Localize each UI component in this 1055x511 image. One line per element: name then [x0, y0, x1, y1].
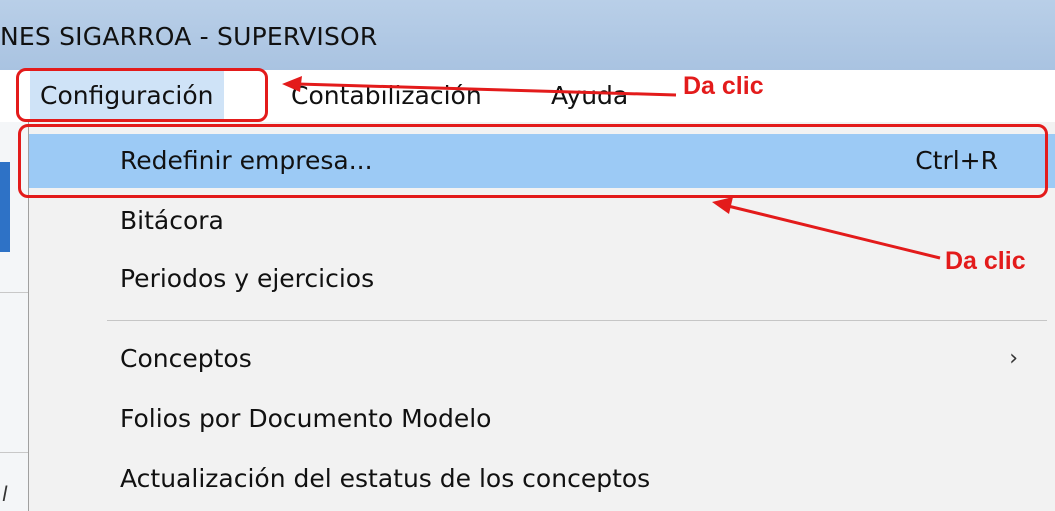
- menu-item-conceptos[interactable]: Conceptos ›: [29, 332, 1055, 386]
- menu-item-label: Conceptos: [120, 344, 252, 373]
- menu-item-bitacora[interactable]: Bitácora: [29, 194, 1055, 248]
- chevron-right-icon: ›: [1009, 346, 1018, 371]
- menu-item-label: Folios por Documento Modelo: [120, 404, 492, 433]
- menu-item-actualizacion-estatus[interactable]: Actualización del estatus de los concept…: [29, 452, 1055, 506]
- menu-item-folios-documento-modelo[interactable]: Folios por Documento Modelo: [29, 392, 1055, 446]
- callout-label-1: Da clic: [683, 72, 764, 100]
- callout-box-redefinir-empresa: [18, 124, 1048, 198]
- window-title: NES SIGARROA - SUPERVISOR: [0, 22, 378, 51]
- background-toolbar-icon: [0, 162, 10, 252]
- menu-contabilizacion[interactable]: Contabilización: [291, 70, 482, 122]
- callout-box-configuracion: [16, 68, 268, 122]
- background-glyph: l: [2, 482, 8, 506]
- menu-item-label: Periodos y ejercicios: [120, 264, 375, 293]
- menu-separator: [107, 320, 1047, 321]
- menu-item-periodos-ejercicios[interactable]: Periodos y ejercicios: [29, 252, 1055, 306]
- menu-ayuda[interactable]: Ayuda: [551, 70, 628, 122]
- menu-item-label: Bitácora: [120, 206, 224, 235]
- title-bar: NES SIGARROA - SUPERVISOR: [0, 0, 1055, 70]
- menu-item-label: Actualización del estatus de los concept…: [120, 464, 651, 493]
- background-divider: [0, 452, 28, 453]
- callout-label-2: Da clic: [945, 247, 1026, 275]
- background-divider: [0, 292, 28, 293]
